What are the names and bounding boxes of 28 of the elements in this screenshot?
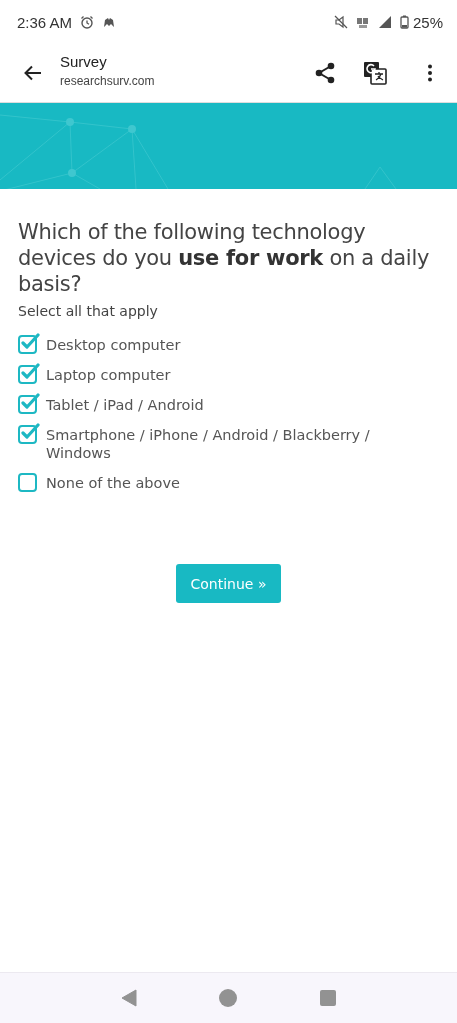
battery-icon bbox=[399, 15, 409, 29]
status-time: 2:36 AM bbox=[17, 13, 73, 31]
alarm-clock-icon bbox=[80, 15, 95, 29]
option-label: Smartphone / iPhone / Android / Blackberry / Windows bbox=[46, 426, 371, 462]
question-text: Which of the following technology devices do you use for work on a daily basis? bbox=[18, 219, 431, 297]
option-label: Tablet / iPad / Android bbox=[46, 396, 204, 414]
more-menu-icon[interactable] bbox=[427, 64, 433, 82]
checkbox[interactable] bbox=[18, 470, 40, 492]
nav-recents-icon[interactable] bbox=[319, 990, 336, 1006]
checkbox[interactable] bbox=[18, 422, 40, 444]
page-title: Survey bbox=[60, 52, 108, 70]
page-url: researchsurv.com bbox=[60, 73, 156, 88]
option-label: Desktop computer bbox=[46, 336, 181, 354]
nav-home-icon[interactable] bbox=[219, 989, 238, 1007]
checkbox[interactable] bbox=[18, 362, 40, 384]
option-label: None of the above bbox=[46, 474, 180, 492]
question-hint: Select all that apply bbox=[18, 303, 159, 319]
share-icon[interactable] bbox=[315, 62, 335, 84]
back-arrow-icon[interactable] bbox=[24, 65, 42, 81]
translate-icon[interactable] bbox=[363, 61, 387, 85]
checkbox[interactable] bbox=[18, 332, 40, 354]
option-label: Laptop computer bbox=[46, 366, 171, 384]
signal-icon bbox=[377, 15, 392, 29]
checkbox[interactable] bbox=[18, 392, 40, 414]
continue-button[interactable]: Continue » bbox=[175, 564, 282, 603]
nav-back-icon[interactable] bbox=[121, 989, 138, 1007]
battery-percent: 25% bbox=[412, 13, 443, 31]
mute-icon bbox=[333, 15, 348, 29]
